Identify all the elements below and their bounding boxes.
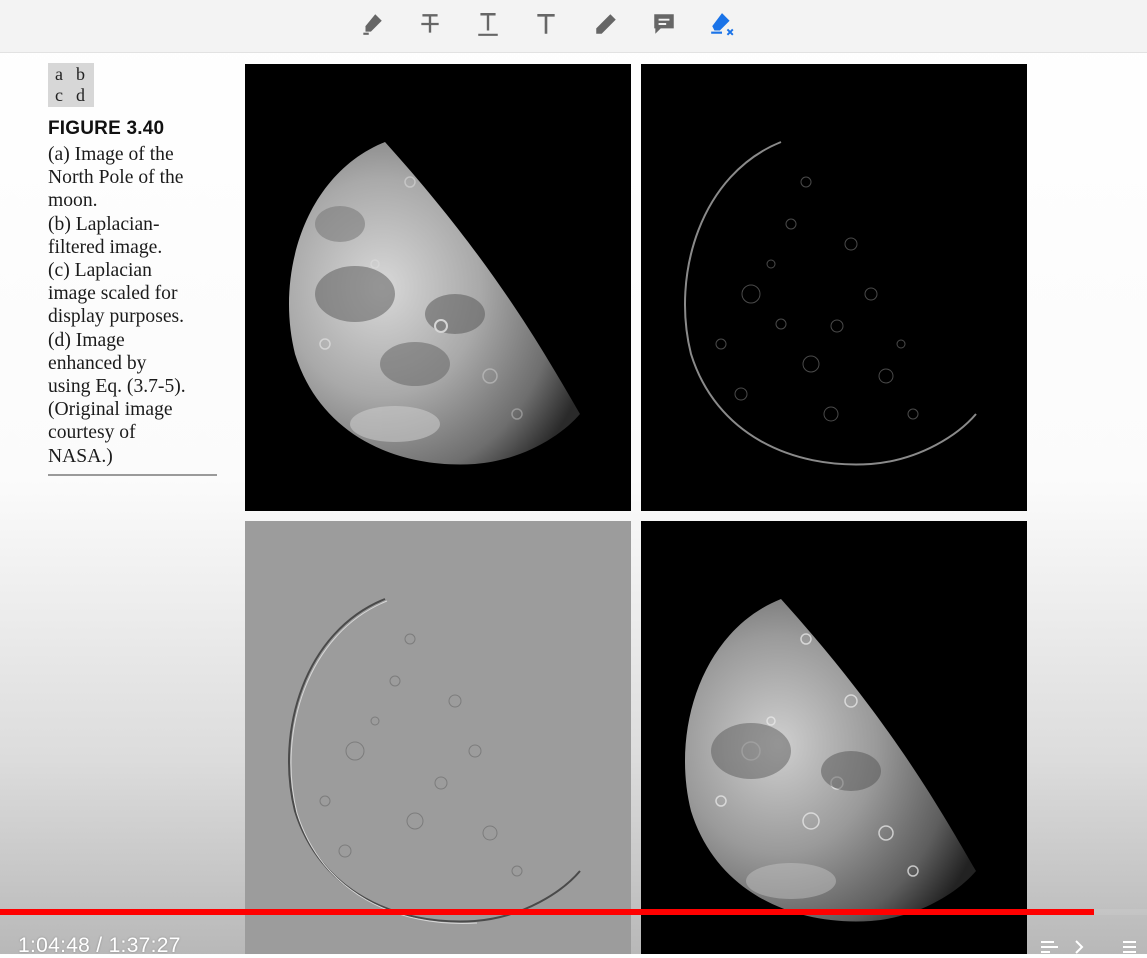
figure-title: FIGURE 3.40 xyxy=(48,118,165,139)
caption-line: (b) Laplacian- xyxy=(48,213,160,235)
caption-line: (d) Image xyxy=(48,329,125,351)
highlight-pen-icon xyxy=(363,14,382,35)
playlist-icon[interactable] xyxy=(1120,938,1142,954)
eraser-button[interactable] xyxy=(706,8,738,40)
figure-panel-c xyxy=(245,521,631,954)
moon-laplacian-scaled-image xyxy=(288,598,581,924)
pencil-button[interactable] xyxy=(590,8,622,40)
strikethrough-text-icon xyxy=(421,14,439,33)
comment-icon xyxy=(654,14,674,34)
figure-caption: (a) Image of the North Pole of the moon.… xyxy=(48,143,218,468)
panel-labels-grid: a b c d xyxy=(48,63,94,107)
video-time-display: 1:04:48 / 1:37:27 xyxy=(18,934,181,958)
figure-panel-d xyxy=(641,521,1027,954)
caption-line: using Eq. (3.7-5). xyxy=(48,376,186,398)
underline-text-icon xyxy=(478,13,498,36)
panel-label-a: a xyxy=(55,64,63,84)
panel-label-c: c xyxy=(55,85,63,105)
chevron-right-icon[interactable] xyxy=(1070,938,1092,954)
caption-line: (Original image xyxy=(48,399,173,421)
moon-enhanced-image xyxy=(685,599,976,922)
chapters-icon[interactable] xyxy=(1040,938,1062,954)
caption-line: NASA.) xyxy=(48,445,113,467)
text-button[interactable] xyxy=(530,8,562,40)
caption-line: (a) Image of the xyxy=(48,144,174,165)
text-icon xyxy=(537,14,555,34)
underline-text-button[interactable] xyxy=(472,8,504,40)
video-progress-bar[interactable] xyxy=(0,909,1147,915)
video-progress-played xyxy=(0,909,1095,915)
caption-divider xyxy=(48,474,217,476)
highlight-pen-button[interactable] xyxy=(356,8,388,40)
caption-line: enhanced by xyxy=(48,352,147,374)
caption-line: courtesy of xyxy=(48,422,136,444)
moon-original-image xyxy=(289,142,580,465)
figure-panel-b xyxy=(641,64,1027,511)
pencil-icon xyxy=(596,14,616,34)
strikethrough-text-button[interactable] xyxy=(414,8,446,40)
caption-line: moon. xyxy=(48,190,98,212)
caption-line: filtered image. xyxy=(48,236,163,258)
caption-line: North Pole of the xyxy=(48,167,184,189)
annotation-toolbar xyxy=(0,0,1147,53)
caption-line: (c) Laplacian xyxy=(48,260,152,282)
eraser-icon xyxy=(711,13,734,36)
moon-laplacian-filtered-image xyxy=(684,141,977,466)
figure-panel-a xyxy=(245,64,631,511)
comment-button[interactable] xyxy=(648,8,680,40)
caption-line: image scaled for xyxy=(48,283,178,305)
panel-label-b: b xyxy=(76,64,85,84)
caption-line: display purposes. xyxy=(48,306,185,328)
panel-label-d: d xyxy=(76,85,85,105)
